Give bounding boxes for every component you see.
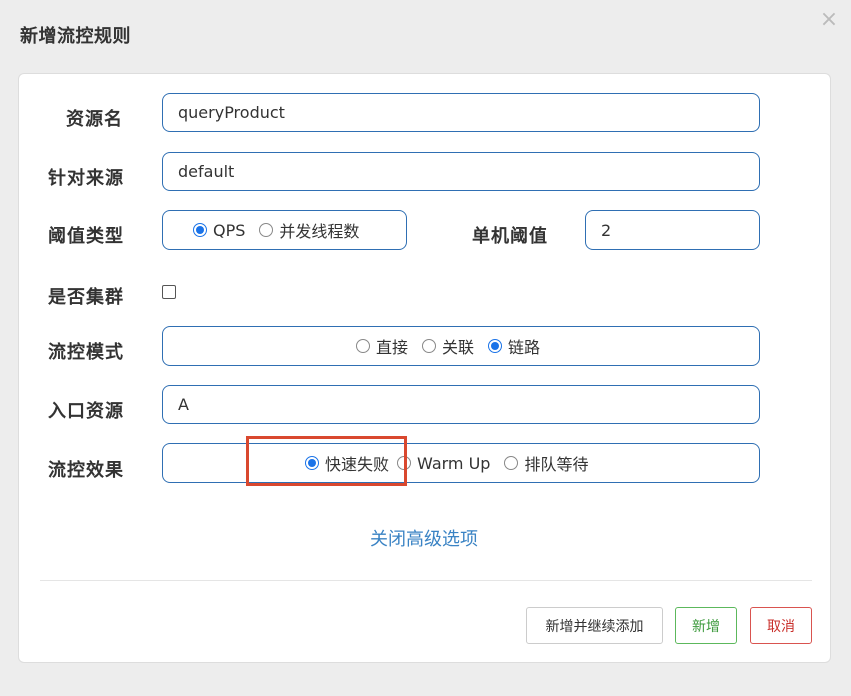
grade-label: 阈值类型 [48, 226, 124, 247]
radio-checked-icon[interactable] [488, 339, 503, 353]
behavior-option-fast-fail[interactable]: 快速失败 [305, 451, 389, 475]
behavior-option-label: Warm Up [417, 453, 491, 473]
count-input[interactable] [586, 211, 759, 249]
grade-option-qps[interactable]: QPS [193, 221, 245, 240]
strategy-option-chain[interactable]: 链路 [488, 334, 540, 358]
strategy-option-label: 关联 [442, 338, 475, 357]
dialog-header: 新增流控规则 × [0, 0, 851, 70]
ref-resource-label: 入口资源 [48, 401, 124, 422]
grade-option-label: 并发线程数 [279, 222, 360, 241]
footer-divider [40, 580, 812, 581]
radio-unchecked-icon[interactable] [422, 339, 437, 353]
strategy-option-label: 链路 [508, 338, 541, 357]
grade-option-label: QPS [213, 220, 246, 240]
resource-field[interactable] [162, 93, 760, 132]
ref-resource-input[interactable] [163, 386, 759, 423]
radio-unchecked-icon[interactable] [504, 456, 519, 470]
strategy-option-direct[interactable]: 直接 [356, 334, 408, 358]
grade-option-thread[interactable]: 并发线程数 [259, 218, 359, 242]
behavior-option-label: 排队等待 [524, 455, 589, 474]
cancel-button[interactable]: 取消 [750, 607, 812, 644]
count-label: 单机阈值 [472, 226, 548, 247]
radio-unchecked-icon[interactable] [356, 339, 370, 353]
limit-app-input[interactable] [163, 153, 759, 190]
add-continue-button[interactable]: 新增并继续添加 [526, 607, 663, 644]
cluster-checkbox[interactable] [162, 285, 176, 299]
grade-radio-group: QPS 并发线程数 [162, 210, 407, 250]
radio-checked-icon[interactable] [193, 223, 207, 237]
ref-resource-field[interactable] [162, 385, 760, 424]
dialog-title: 新增流控规则 [20, 26, 131, 47]
control-behavior-label: 流控效果 [48, 460, 124, 481]
behavior-option-warm-up[interactable]: Warm Up [397, 454, 490, 473]
toggle-advanced-link[interactable]: 关闭高级选项 [370, 525, 478, 551]
resource-label: 资源名 [66, 109, 123, 130]
resource-input[interactable] [163, 94, 759, 131]
cluster-label: 是否集群 [48, 287, 124, 308]
add-button[interactable]: 新增 [675, 607, 737, 644]
behavior-option-queue[interactable]: 排队等待 [504, 451, 588, 475]
count-field[interactable] [585, 210, 760, 250]
strategy-label: 流控模式 [48, 342, 124, 363]
radio-checked-icon[interactable] [305, 456, 319, 470]
control-behavior-radio-group: 快速失败 Warm Up 排队等待 [162, 443, 760, 483]
strategy-radio-group: 直接 关联 链路 [162, 326, 760, 366]
close-icon[interactable]: × [818, 8, 840, 32]
behavior-option-label: 快速失败 [325, 455, 390, 474]
strategy-option-relate[interactable]: 关联 [422, 334, 474, 358]
limit-app-field[interactable] [162, 152, 760, 191]
strategy-option-label: 直接 [376, 338, 409, 357]
limit-app-label: 针对来源 [48, 168, 124, 189]
radio-unchecked-icon[interactable] [259, 223, 274, 237]
radio-unchecked-icon[interactable] [397, 456, 412, 470]
